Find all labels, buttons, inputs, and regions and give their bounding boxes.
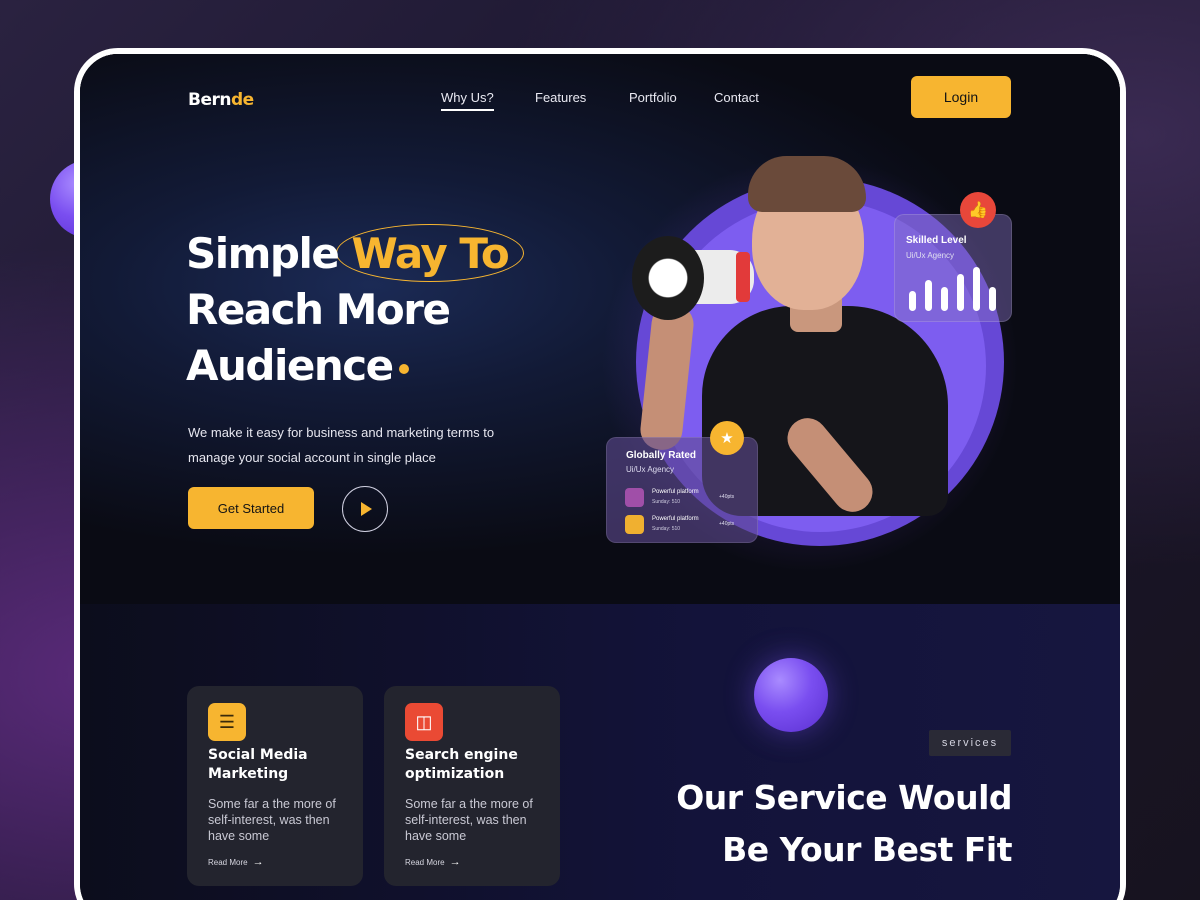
skill-bar [941, 287, 948, 311]
hero-section: Bernde Why Us? Features Portfolio Contac… [80, 54, 1120, 604]
read-more-link[interactable]: Read More → [208, 856, 264, 868]
service-card-description: Some far a the more of self-interest, wa… [405, 797, 533, 843]
skill-bar [909, 291, 916, 311]
avatar [625, 515, 644, 534]
nav-link-features[interactable]: Features [535, 90, 586, 105]
nav-link-contact[interactable]: Contact [714, 90, 759, 105]
service-card-description: Some far a the more of self-interest, wa… [208, 797, 336, 843]
nav-link-portfolio[interactable]: Portfolio [629, 90, 677, 105]
globally-rated-title: Globally Rated [626, 450, 697, 461]
read-more-label: Read More [208, 857, 248, 867]
arrow-right-icon: → [252, 856, 264, 868]
headline-dot [398, 363, 409, 374]
avatar [625, 488, 644, 507]
globally-rated-subtitle: Ui/Ux Agency [626, 465, 675, 474]
logo-accent-text: de [230, 90, 254, 110]
logo[interactable]: Bernde [188, 90, 254, 110]
headline-line2: Reach More [186, 285, 451, 334]
service-card-social-media[interactable]: ☰ Social Media Marketing Some far a the … [187, 686, 363, 886]
megaphone-icon [632, 236, 704, 320]
skill-bar [973, 267, 980, 311]
skilled-level-subtitle: Ui/Ux Agency [906, 251, 955, 260]
services-tag: services [929, 730, 1011, 756]
login-button[interactable]: Login [911, 76, 1011, 118]
person-photo-hair [748, 156, 866, 212]
rated-row-meta: Sunday: 510 [652, 526, 681, 532]
medal-icon: ★ [710, 421, 744, 455]
skill-bars [909, 267, 1005, 311]
skill-bar [925, 280, 932, 311]
service-card-title: Social Media Marketing [208, 747, 308, 782]
skilled-level-title: Skilled Level [906, 235, 967, 246]
headline-part1: Simple [186, 229, 340, 278]
rated-row-meta: Sunday: 510 [652, 499, 681, 505]
play-icon [361, 502, 372, 516]
get-started-button[interactable]: Get Started [188, 487, 314, 529]
megaphone-band [736, 252, 750, 302]
service-card-seo[interactable]: ◫ Search engine optimization Some far a … [384, 686, 560, 886]
seo-monitor-icon: ◫ [405, 703, 443, 741]
nav-link-why-us[interactable]: Why Us? [441, 90, 494, 111]
read-more-label: Read More [405, 857, 445, 867]
service-card-title: Search engine optimization [405, 747, 518, 782]
decorative-sphere [754, 658, 828, 732]
thumbs-up-icon: 👍 [960, 192, 996, 228]
rated-row: Powerful platform Sunday: 510 +40pts [625, 488, 745, 508]
rated-row: Powerful platform Sunday: 510 +40pts [625, 515, 745, 535]
play-video-button[interactable] [342, 486, 388, 532]
services-heading-line2: Be Your Best Fit [722, 830, 1012, 869]
services-heading: Our Service Would Be Your Best Fit [640, 772, 1012, 876]
rated-row-points: +40pts [719, 521, 735, 527]
arrow-right-icon: → [449, 856, 461, 868]
skilled-level-card: Skilled Level Ui/Ux Agency [894, 214, 1012, 322]
hero-headline: Simple Way To Reach More Audience [186, 226, 510, 394]
services-heading-line1: Our Service Would [676, 778, 1012, 817]
skill-bar [989, 287, 996, 311]
rated-row-points: +40pts [719, 494, 735, 500]
logo-text: Bern [188, 90, 231, 110]
read-more-link[interactable]: Read More → [405, 856, 461, 868]
rated-row-title: Powerful platform [652, 489, 699, 495]
headline-highlight: Way To [351, 229, 509, 278]
skill-bar [957, 274, 964, 311]
headline-line3: Audience [186, 341, 394, 390]
rated-row-title: Powerful platform [652, 516, 699, 522]
hero-subtext: We make it easy for business and marketi… [188, 425, 495, 465]
social-media-icon: ☰ [208, 703, 246, 741]
